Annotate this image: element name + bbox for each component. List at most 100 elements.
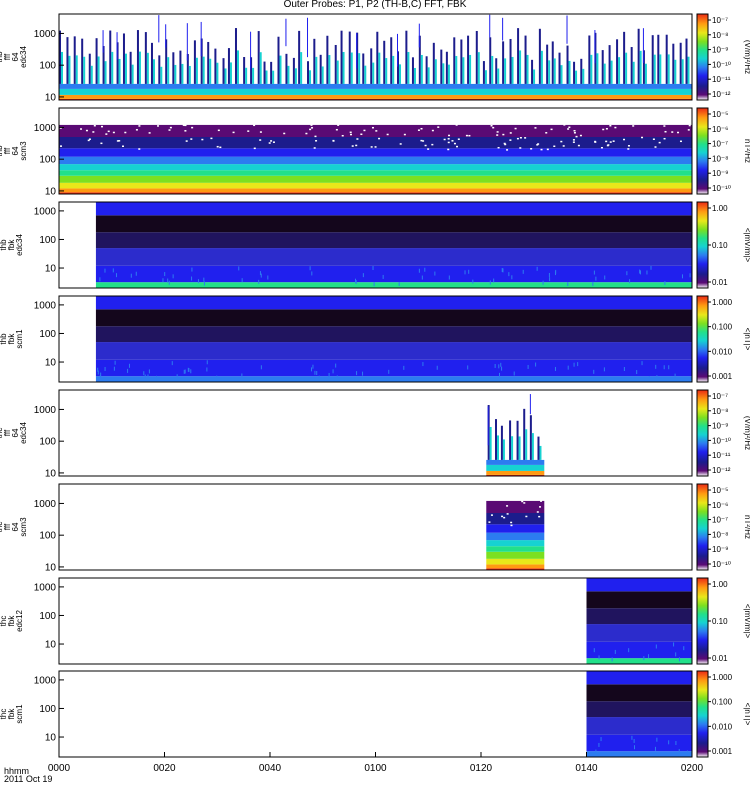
noise-speck [283,132,286,135]
burst-spike-core [104,61,107,84]
fbk-speck [398,281,400,286]
y-tick-label: 10 [45,264,57,275]
fbk-speck [554,366,556,371]
fbk-speck [592,281,594,286]
burst-spike [425,56,428,84]
spectrogram-figure: 101001000thbfff64edc3410⁻⁷10⁻⁸10⁻⁹10⁻¹⁰1… [0,13,750,774]
burst-streak [116,32,118,60]
burst-spike-core [138,51,141,84]
fbk-speck [493,278,495,283]
noise-speck [247,130,250,132]
noise-speck [447,141,450,144]
fbk-speck [513,371,515,376]
fbk-speck [362,371,364,376]
fbk-speck [418,268,420,273]
colorbar-label: (V/m)²/Hz [743,416,750,450]
noise-speck [403,133,406,136]
noise-speck [360,133,363,136]
noise-speck [519,137,522,139]
x-tick-label: 0120 [470,763,493,774]
y-tick-label: 1000 [34,123,57,134]
noise-speck [502,133,505,136]
noise-speck [335,128,338,131]
fbk-speck [650,265,652,270]
burst-spike-core [90,65,93,84]
noise-speck [157,125,160,127]
y-tick-label: 100 [39,704,56,715]
fbk-speck [424,267,426,272]
colorbar-gradient [697,108,708,194]
burst-spike-core [385,58,388,84]
noise-speck [521,500,524,503]
burst-spike-core [434,59,437,84]
burst-spike-core [568,60,571,84]
burst-streak [158,15,160,43]
noise-speck [351,145,354,147]
burst-spike [453,37,456,84]
colorbar-tick-label: 0.10 [712,617,728,626]
burst-spike [298,30,301,84]
noise-speck [514,127,517,130]
burst-spike [445,51,448,84]
burst-spike-core [124,53,127,84]
noise-speck [122,145,125,148]
noise-speck [437,126,440,128]
fbk-speck [135,271,137,276]
noise-speck [92,131,95,133]
colorbar-tick-label: 10⁻¹¹ [712,75,731,84]
burst-spike-core [209,58,212,84]
panel-1: 101001000thbfff64edc3410⁻⁷10⁻⁸10⁻⁹10⁻¹⁰1… [0,13,750,103]
burst-streak [418,23,420,48]
burst-spike [158,55,161,84]
fbk-speck [168,280,170,285]
fbk-speck [634,745,636,750]
noise-speck [315,140,318,142]
burst-spike-core [236,50,239,84]
fbk-speck [167,278,169,283]
colorbar-tick-label: 0.01 [712,278,728,287]
burst-streak [396,33,398,67]
noise-speck [85,129,88,132]
y-axis-label-line: edc34 [15,234,24,256]
noise-speck [568,126,571,129]
spectral-band [486,551,545,559]
burst-spike [81,38,84,84]
noise-speck [447,148,450,151]
burst-spike-core [553,58,556,84]
noise-speck [424,144,427,147]
burst-spike-core [484,70,487,84]
fbk-band-4 [586,591,692,609]
fbk-speck [577,362,579,367]
panel-3: 10 100 1000 thbfbkedc34 1.00 0.10 0.01 <|mV/m|> [0,201,750,289]
noise-speck [148,132,151,134]
colorbar-label: <|mV/m|> [743,604,750,639]
colorbar-tick-label: 1.00 [712,580,728,589]
y-axis-label-line: scm1 [15,704,24,724]
burst-streak [502,17,504,41]
burst-spike-core [328,55,331,84]
noise-speck [663,125,666,127]
noise-speck [93,124,96,127]
burst-spike [214,48,217,84]
burst-spike [313,38,316,84]
burst-spike-core [229,62,232,84]
fbk-speck [603,367,605,372]
burst-streak [102,30,104,53]
noise-speck [572,141,575,143]
colorbar-label: <|nT|> [743,328,750,351]
colorbar-tick-label: 10⁻¹² [712,90,731,99]
burst-spike [95,38,98,84]
fbk-band-low [586,751,692,757]
fbk-speck [636,370,638,375]
colorbar-label: <|nT|> [743,703,750,726]
burst-spike-core [111,51,114,84]
fbk-speck [116,273,118,278]
fbk-speck [112,268,114,273]
fbk-speck [508,272,510,277]
noise-speck [313,147,316,149]
fbk-speck [190,369,192,374]
noise-speck [455,145,458,148]
fbk-speck [464,270,466,275]
fbk-speck [238,266,240,271]
burst-spike-core [497,435,500,460]
